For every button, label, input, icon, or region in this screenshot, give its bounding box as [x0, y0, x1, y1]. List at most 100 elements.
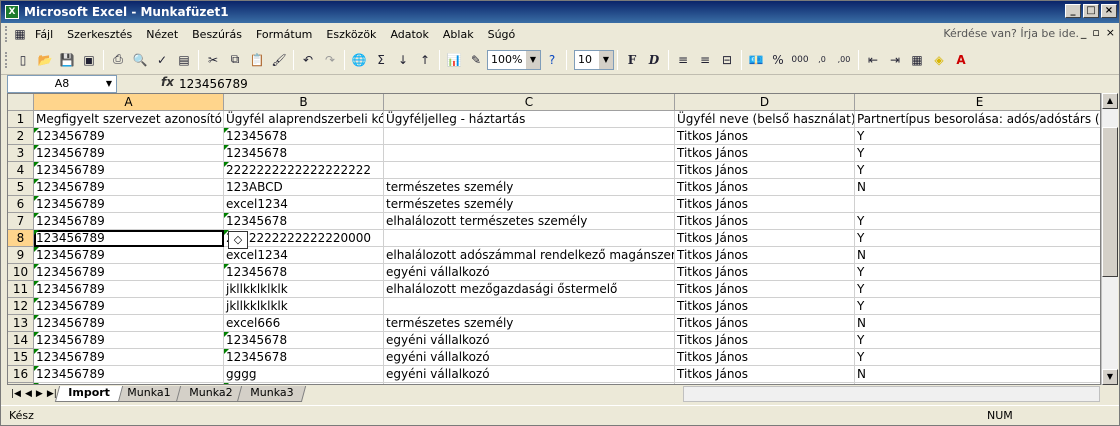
- copy-icon[interactable]: ⧉: [224, 49, 246, 71]
- table-cell[interactable]: Y: [855, 264, 1100, 281]
- menu-insert[interactable]: Beszúrás: [185, 28, 249, 41]
- doc-restore-button[interactable]: ▫: [1092, 26, 1099, 39]
- select-all-corner[interactable]: [8, 94, 34, 111]
- table-cell[interactable]: Y: [855, 332, 1100, 349]
- table-cell[interactable]: 12345678: [224, 349, 384, 366]
- zoom-select[interactable]: 100% ▼: [487, 49, 541, 70]
- menu-data[interactable]: Adatok: [383, 28, 435, 41]
- table-cell[interactable]: 12345678: [224, 145, 384, 162]
- table-cell[interactable]: Titkos János: [675, 179, 855, 196]
- sort-ascending-icon[interactable]: ↓: [392, 49, 414, 71]
- prev-sheet-icon[interactable]: ◀: [25, 389, 32, 399]
- header-cell[interactable]: Megfigyelt szervezet azonosító: [34, 111, 224, 128]
- row-header[interactable]: 7: [8, 213, 34, 230]
- table-cell[interactable]: 123456789: [34, 247, 224, 264]
- table-cell[interactable]: [384, 128, 675, 145]
- table-cell[interactable]: [384, 145, 675, 162]
- table-cell[interactable]: [384, 162, 675, 179]
- table-cell[interactable]: 123456789: [34, 145, 224, 162]
- hyperlink-icon[interactable]: 🌐: [348, 49, 370, 71]
- row-header[interactable]: 13: [8, 315, 34, 332]
- table-cell[interactable]: Titkos János: [675, 298, 855, 315]
- font-color-icon[interactable]: A: [950, 49, 972, 71]
- italic-button[interactable]: D: [643, 49, 665, 71]
- error-smart-tag-icon[interactable]: ◇: [228, 231, 248, 249]
- table-cell[interactable]: egyéni vállalkozó: [384, 264, 675, 281]
- sort-descending-icon[interactable]: ↑: [414, 49, 436, 71]
- row-header[interactable]: 4: [8, 162, 34, 179]
- table-cell[interactable]: gggg: [224, 366, 384, 383]
- table-cell[interactable]: 123456789: [34, 128, 224, 145]
- column-header-b[interactable]: B: [224, 94, 384, 111]
- merge-center-icon[interactable]: ⊟: [716, 49, 738, 71]
- function-icon[interactable]: fx: [161, 75, 174, 89]
- print-preview-icon[interactable]: 🔍: [129, 49, 151, 71]
- align-center-icon[interactable]: ≡: [694, 49, 716, 71]
- table-cell[interactable]: Titkos János: [675, 145, 855, 162]
- table-cell[interactable]: Titkos János: [675, 366, 855, 383]
- decrease-indent-icon[interactable]: ⇤: [862, 49, 884, 71]
- table-cell[interactable]: egyéni vállalkozó: [384, 332, 675, 349]
- table-cell[interactable]: Titkos János: [675, 332, 855, 349]
- worksheet-grid[interactable]: ◇ A B C D E 1 Megfigyelt szervezet azonosító Üg…: [7, 93, 1101, 385]
- undo-icon[interactable]: ↶: [297, 49, 319, 71]
- scroll-up-button[interactable]: ▲: [1102, 93, 1118, 109]
- tab-munka2[interactable]: Munka2: [175, 386, 246, 402]
- table-cell[interactable]: Y: [855, 349, 1100, 366]
- table-cell[interactable]: 123ABCD: [224, 179, 384, 196]
- table-cell[interactable]: [855, 196, 1100, 213]
- table-cell[interactable]: elhalálozott mezőgazdasági őstermelő: [384, 281, 675, 298]
- table-cell[interactable]: 123456789: [34, 196, 224, 213]
- row-header[interactable]: 8: [8, 230, 34, 247]
- row-header[interactable]: 2: [8, 128, 34, 145]
- save-icon[interactable]: 💾: [56, 49, 78, 71]
- table-cell[interactable]: 12345678: [224, 213, 384, 230]
- tab-import[interactable]: Import: [54, 386, 123, 402]
- redo-icon[interactable]: ↷: [319, 49, 341, 71]
- table-cell[interactable]: jkllkklklklk: [224, 281, 384, 298]
- table-cell[interactable]: Titkos János: [675, 128, 855, 145]
- table-cell[interactable]: 123456789: [34, 298, 224, 315]
- spelling-icon[interactable]: ✓: [151, 49, 173, 71]
- ask-question-box[interactable]: Kérdése van? Írja be ide.: [943, 27, 1079, 40]
- help-icon[interactable]: ?: [541, 49, 563, 71]
- table-cell[interactable]: 123456789: [34, 162, 224, 179]
- vertical-scrollbar[interactable]: ▲ ▼: [1101, 93, 1118, 385]
- table-cell[interactable]: Titkos János: [675, 230, 855, 247]
- vertical-scroll-thumb[interactable]: [1102, 127, 1118, 277]
- permission-icon[interactable]: ▣: [78, 49, 100, 71]
- research-icon[interactable]: ▤: [173, 49, 195, 71]
- table-cell[interactable]: Y: [855, 162, 1100, 179]
- row-header[interactable]: 11: [8, 281, 34, 298]
- menu-edit[interactable]: Szerkesztés: [60, 28, 139, 41]
- menu-view[interactable]: Nézet: [139, 28, 185, 41]
- chevron-down-icon[interactable]: ▼: [526, 50, 540, 69]
- decrease-decimal-icon[interactable]: ,00: [833, 49, 855, 71]
- header-cell[interactable]: Ügyfél alaprendszerbeli kód: [224, 111, 384, 128]
- cut-icon[interactable]: ✂: [202, 49, 224, 71]
- table-cell[interactable]: 123456789: [34, 349, 224, 366]
- header-cell[interactable]: Ügyfél neve (belső használat): [675, 111, 855, 128]
- increase-indent-icon[interactable]: ⇥: [884, 49, 906, 71]
- column-header-e[interactable]: E: [855, 94, 1100, 111]
- maximize-button[interactable]: □: [1083, 4, 1099, 18]
- table-cell[interactable]: Y: [855, 298, 1100, 315]
- doc-minimize-button[interactable]: _: [1081, 26, 1087, 39]
- table-cell[interactable]: Titkos János: [675, 247, 855, 264]
- align-left-icon[interactable]: ≡: [672, 49, 694, 71]
- name-box[interactable]: A8 ▼: [7, 75, 117, 93]
- table-cell[interactable]: jkllkklklklk: [224, 298, 384, 315]
- table-cell[interactable]: 123456789: [34, 315, 224, 332]
- menu-tools[interactable]: Eszközök: [319, 28, 383, 41]
- currency-icon[interactable]: 💶: [745, 49, 767, 71]
- menu-file[interactable]: Fájl: [28, 28, 60, 41]
- table-cell[interactable]: N: [855, 179, 1100, 196]
- table-cell[interactable]: 123456789: [34, 213, 224, 230]
- table-cell[interactable]: 123456789: [34, 366, 224, 383]
- table-cell[interactable]: Y: [855, 128, 1100, 145]
- header-cell[interactable]: Ügyféljelleg - háztartás: [384, 111, 675, 128]
- drawing-icon[interactable]: ✎: [465, 49, 487, 71]
- menu-help[interactable]: Súgó: [481, 28, 523, 41]
- row-header[interactable]: 10: [8, 264, 34, 281]
- table-cell[interactable]: elhalálozott természetes személy: [384, 213, 675, 230]
